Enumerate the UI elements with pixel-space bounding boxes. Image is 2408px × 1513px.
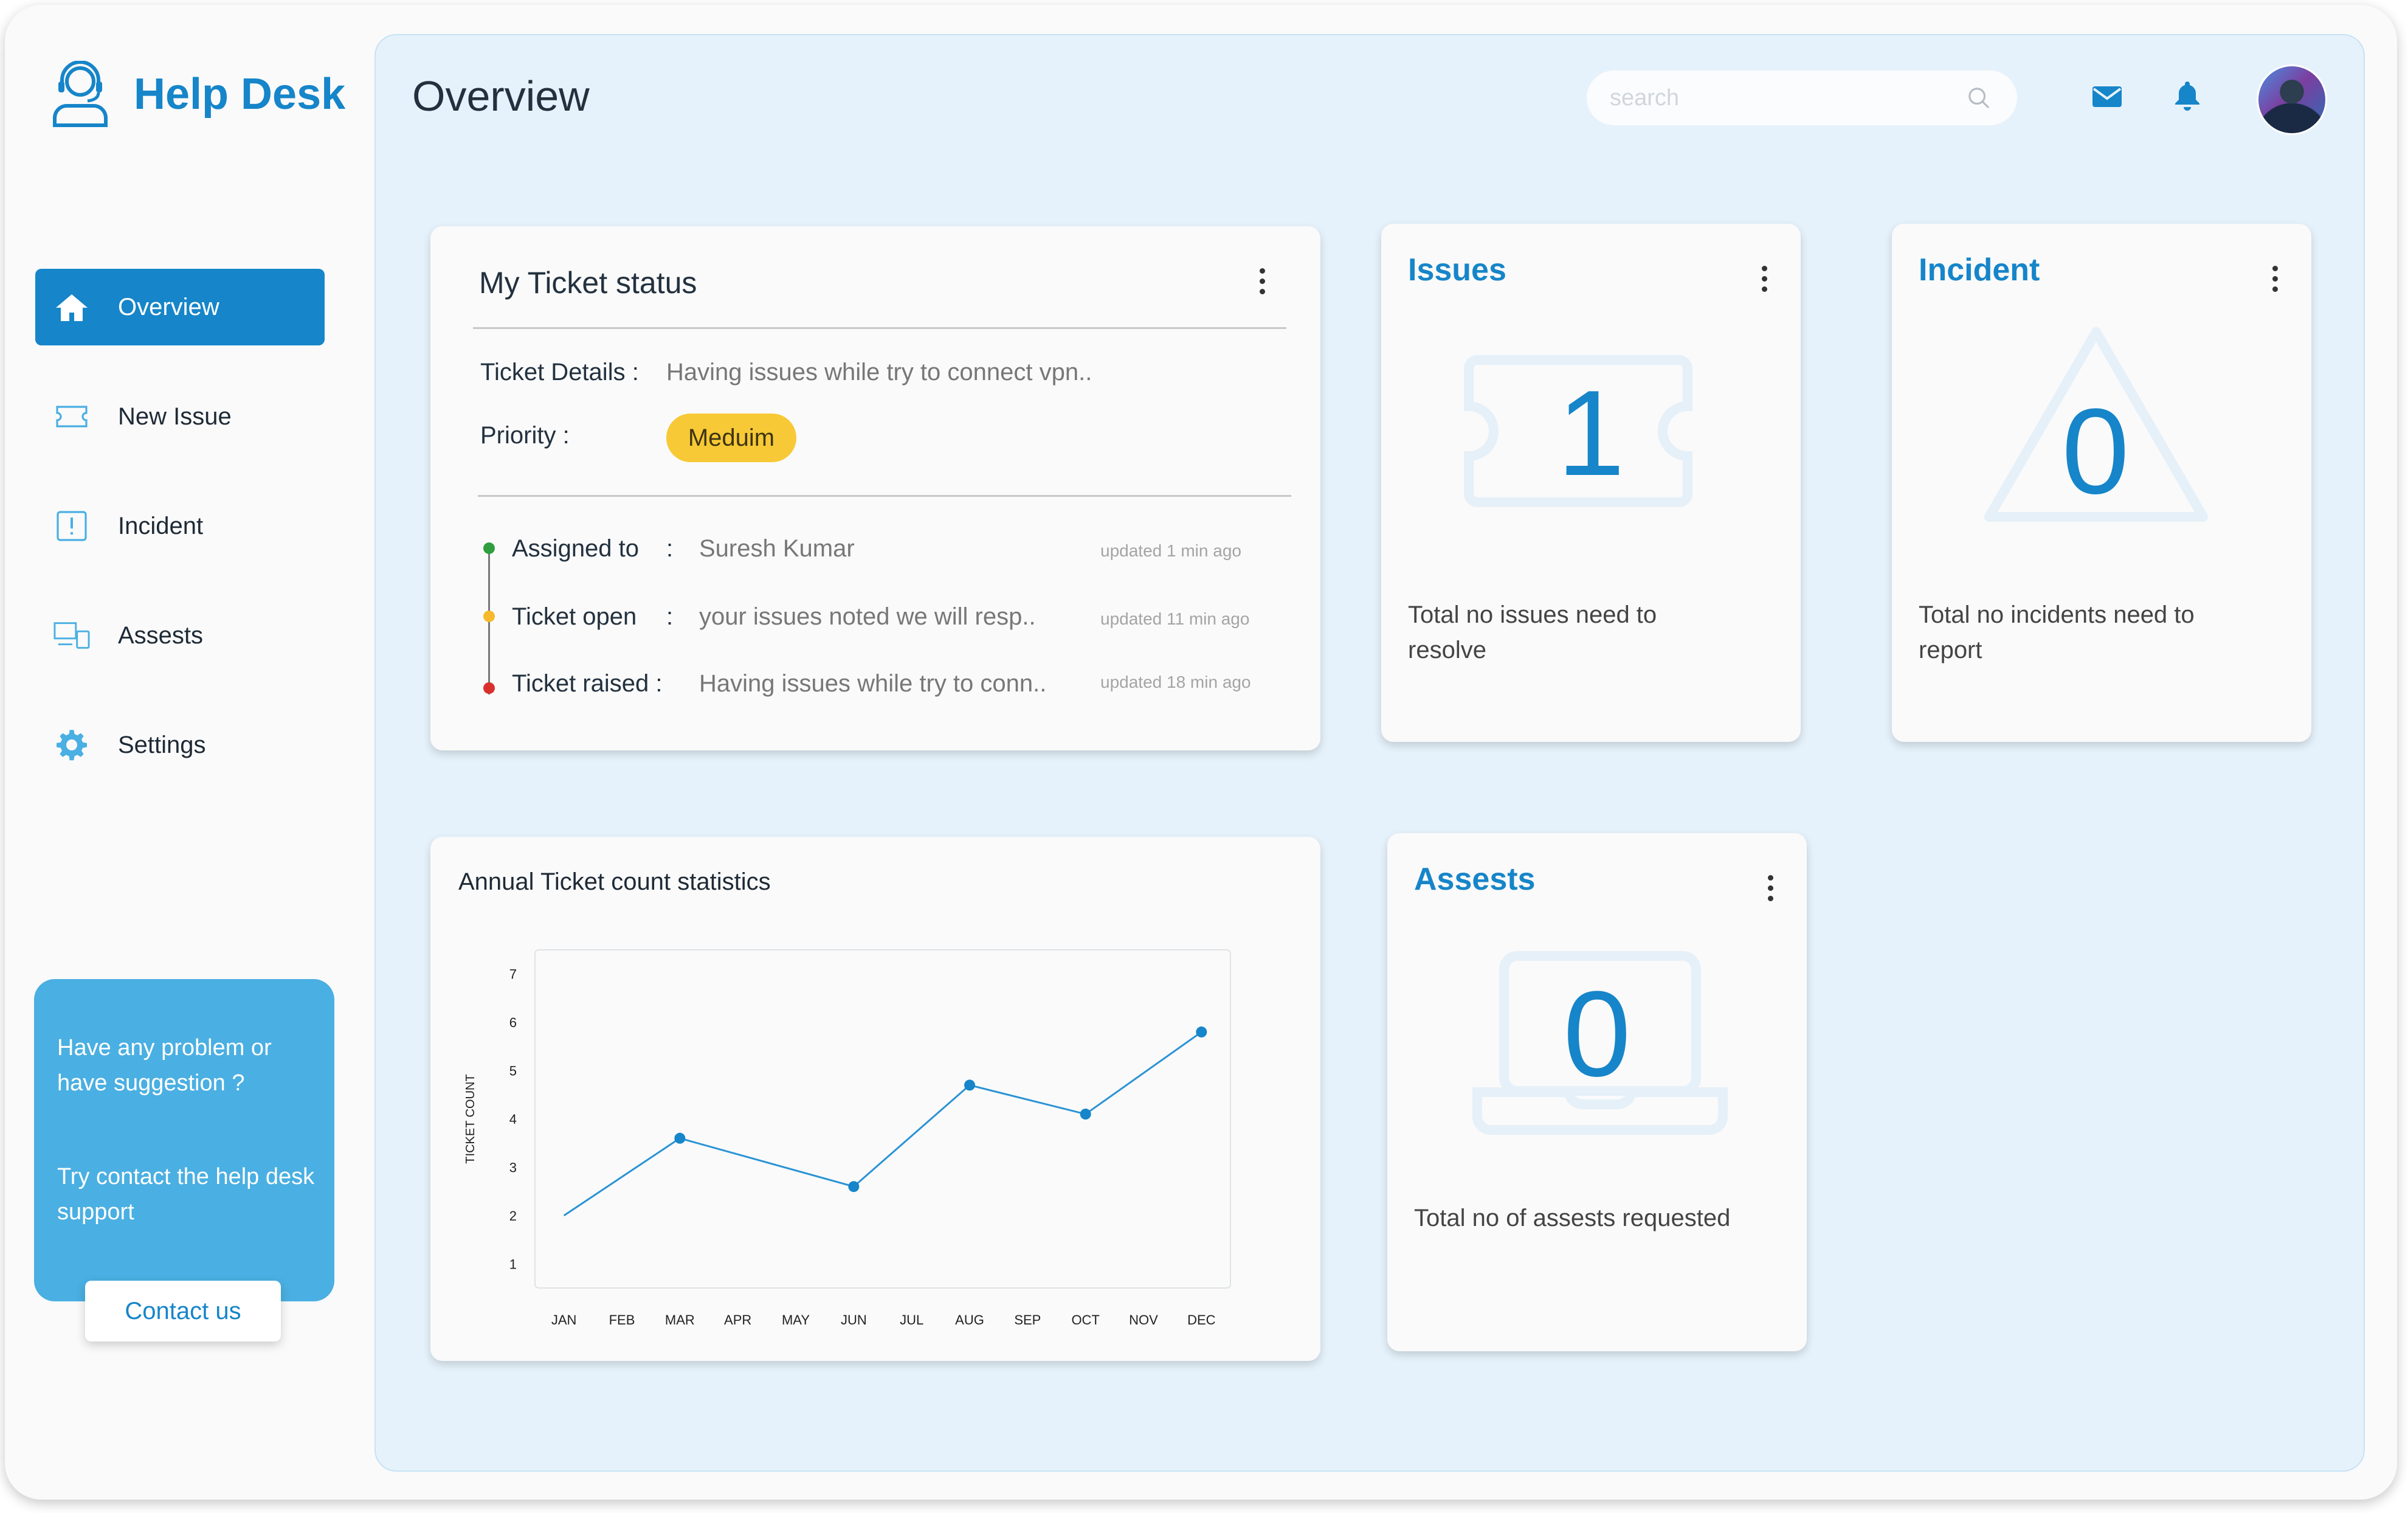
issues-desc: Total no issues need to resolve	[1408, 601, 1657, 663]
brand-name: Help Desk	[134, 70, 346, 119]
timeline-label-raised: Ticket raised :	[512, 670, 663, 697]
series-line	[563, 1031, 1202, 1217]
y-tick-label: 3	[509, 1160, 517, 1175]
y-tick-label: 1	[509, 1256, 517, 1272]
x-tick-label: JAN	[551, 1312, 577, 1328]
timeline-value-raised: Having issues while try to conn..	[699, 670, 1047, 697]
priority-label: Priority :	[480, 422, 570, 449]
timeline-line	[488, 551, 490, 694]
bell-icon[interactable]	[2170, 78, 2204, 112]
home-icon	[53, 289, 90, 325]
data-point	[964, 1079, 975, 1091]
support-hint: Try contact the help desk support	[57, 1164, 315, 1225]
priority-badge: Meduim	[666, 414, 796, 462]
issues-count: 1	[1557, 365, 1625, 501]
x-tick-label: DEC	[1187, 1312, 1216, 1328]
timeline-updated-raised: updated 18 min ago	[1100, 673, 1251, 691]
plot-area	[534, 949, 1231, 1289]
line-chart: 1 2 3 4 5 6 7 JAN FEB MAR APR MAY JUN JUL AUG SEP OCT NOV…	[464, 949, 1231, 1328]
assests-desc: Total no of assests requested	[1414, 1205, 1731, 1231]
ticket-details-value: Having issues while try to connect vpn..	[666, 359, 1092, 386]
status-dot-open	[483, 611, 495, 622]
assests-count: 0	[1563, 966, 1631, 1102]
status-dot-raised	[483, 682, 495, 694]
kebab-menu-icon[interactable]	[2269, 260, 2281, 297]
sidebar-item-overview[interactable]: Overview	[35, 269, 325, 345]
x-tick-label: JUL	[900, 1312, 923, 1328]
data-point	[1196, 1027, 1207, 1038]
y-axis-label: TICKET COUNT	[464, 1074, 477, 1163]
timeline-updated-assigned: updated 1 min ago	[1100, 541, 1241, 560]
x-tick-label: AUG	[955, 1312, 984, 1328]
ticket-status-card: My Ticket status Ticket Details : Having…	[430, 226, 1320, 750]
x-tick-label: OCT	[1071, 1312, 1099, 1328]
devices-icon	[53, 617, 90, 654]
kebab-menu-icon[interactable]	[1764, 870, 1776, 906]
sidebar-item-label: Incident	[118, 512, 204, 539]
assests-title: Assests	[1414, 862, 1536, 897]
y-tick-label: 7	[509, 967, 517, 982]
x-tick-label: SEP	[1014, 1312, 1041, 1328]
data-point	[1080, 1109, 1091, 1120]
sidebar-item-label: Overview	[118, 293, 219, 320]
sidebar-item-assests[interactable]: Assests	[35, 597, 325, 674]
page-title: Overview	[412, 72, 590, 120]
y-tick-label: 5	[509, 1064, 517, 1079]
x-tick-label: APR	[724, 1312, 751, 1328]
data-point	[848, 1181, 860, 1193]
divider	[473, 327, 1286, 329]
main-panel: Overview My Ticket status Ticket Details…	[374, 34, 2365, 1472]
assests-card[interactable]: Assests 0 Total no of assests requested	[1387, 833, 1807, 1351]
search-box	[1587, 71, 2017, 125]
incident-desc: Total no incidents need to report	[1919, 601, 2195, 663]
x-tick-label: JUN	[841, 1312, 867, 1328]
search-input[interactable]	[1609, 84, 1951, 112]
timeline-value-open: your issues noted we will resp..	[699, 603, 1036, 630]
x-tick-label: MAY	[782, 1312, 810, 1328]
sidebar-item-settings[interactable]: Settings	[35, 707, 325, 783]
sidebar-item-label: New Issue	[118, 403, 232, 430]
sidebar-item-label: Assests	[118, 621, 204, 649]
annual-chart-card: Annual Ticket count statistics 1 2 3 4 5 6 7 JA…	[430, 837, 1320, 1361]
gear-icon	[53, 727, 90, 763]
ticket-status-title: My Ticket status	[479, 266, 697, 300]
x-tick-label: NOV	[1129, 1312, 1158, 1328]
alert-icon	[53, 508, 90, 544]
timeline-value-assigned: Suresh Kumar	[699, 535, 855, 562]
ticket-details-label: Ticket Details :	[480, 359, 639, 386]
timeline-sep: :	[666, 535, 674, 562]
kebab-menu-icon[interactable]	[1758, 260, 1770, 297]
timeline-label-assigned: Assigned to	[512, 535, 640, 562]
divider	[478, 495, 1291, 497]
support-question: Have any problem or have suggestion ?	[57, 1035, 272, 1096]
sidebar-item-new-issue[interactable]: New Issue	[35, 378, 325, 455]
sidebar-item-label: Settings	[118, 731, 206, 758]
mail-icon[interactable]	[2090, 79, 2124, 113]
y-tick-label: 4	[509, 1112, 517, 1127]
incident-count: 0	[2061, 384, 2130, 519]
support-card: Have any problem or have suggestion ? Tr…	[34, 979, 334, 1301]
y-tick-label: 2	[509, 1208, 517, 1224]
contact-us-button[interactable]: Contact us	[85, 1281, 281, 1342]
ticket-icon	[53, 398, 90, 435]
issues-title: Issues	[1408, 252, 1506, 288]
timeline-sep: :	[666, 603, 674, 630]
incident-card[interactable]: Incident 0 Total no incidents need to re…	[1892, 224, 2311, 742]
avatar[interactable]	[2257, 64, 2327, 135]
brand: Help Desk	[51, 61, 345, 128]
kebab-menu-icon[interactable]	[1256, 263, 1268, 299]
search-icon[interactable]	[1967, 86, 1990, 109]
sidebar-item-incident[interactable]: Incident	[35, 488, 325, 564]
issues-card[interactable]: Issues 1 Total no issues need to resolve	[1381, 224, 1801, 742]
x-tick-label: MAR	[665, 1312, 695, 1328]
timeline-label-open: Ticket open	[512, 603, 637, 630]
timeline-updated-open: updated 11 min ago	[1100, 609, 1250, 628]
y-tick-label: 6	[509, 1015, 517, 1030]
x-tick-label: FEB	[609, 1312, 635, 1328]
headset-user-icon	[53, 61, 108, 127]
status-dot-assigned	[483, 542, 495, 554]
sidebar-nav: Overview New Issue Incident Assests Sett…	[35, 269, 325, 816]
data-point	[674, 1132, 686, 1144]
incident-title: Incident	[1919, 252, 2040, 288]
